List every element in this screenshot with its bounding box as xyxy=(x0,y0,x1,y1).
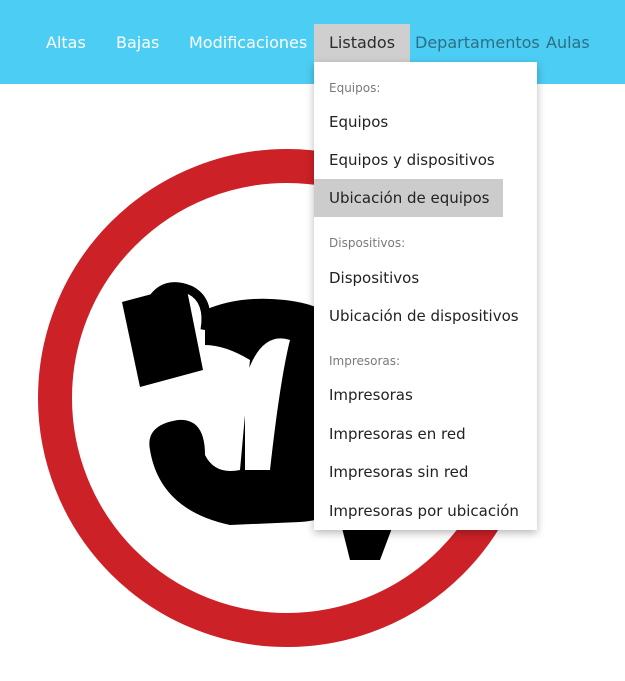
briefcase-icon xyxy=(122,282,211,387)
menu-item-impresoras[interactable]: Impresoras xyxy=(314,376,428,414)
nav-bajas[interactable]: Bajas xyxy=(116,24,159,62)
menu-item-dispositivos[interactable]: Dispositivos xyxy=(314,259,434,297)
menu-item-ubicacion-de-equipos[interactable]: Ubicación de equipos xyxy=(314,179,503,217)
nav-departamentos[interactable]: Departamentos xyxy=(415,24,540,62)
menu-item-impresoras-sin-red[interactable]: Impresoras sin red xyxy=(314,453,483,491)
dropdown-header-impresoras: Impresoras: xyxy=(329,354,401,368)
menu-item-ubicacion-de-dispositivos[interactable]: Ubicación de dispositivos xyxy=(314,297,534,335)
menu-item-equipos-y-dispositivos[interactable]: Equipos y dispositivos xyxy=(314,141,510,179)
menu-item-impresoras-por-ubicacion[interactable]: Impresoras por ubicación xyxy=(314,492,534,530)
dropdown-header-dispositivos: Dispositivos: xyxy=(329,236,406,250)
nav-modificaciones[interactable]: Modificaciones xyxy=(189,24,307,62)
dropdown-header-equipos: Equipos: xyxy=(329,81,381,95)
nav-aulas[interactable]: Aulas xyxy=(546,24,590,62)
nav-listados[interactable]: Listados xyxy=(314,24,411,62)
nav-altas[interactable]: Altas xyxy=(46,24,86,62)
menu-item-impresoras-en-red[interactable]: Impresoras en red xyxy=(314,415,481,453)
menu-item-equipos[interactable]: Equipos xyxy=(314,103,403,141)
listados-dropdown-menu: Equipos: Equipos Equipos y dispositivos … xyxy=(314,62,537,530)
